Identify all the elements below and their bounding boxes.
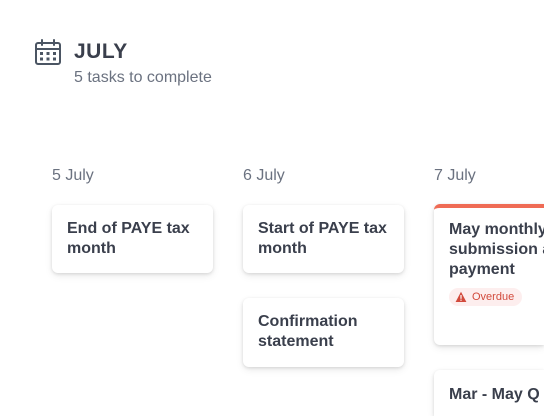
task-card[interactable]: Start of PAYE tax month — [243, 205, 404, 273]
task-card[interactable]: Confirmation statement — [243, 298, 404, 367]
task-title: May monthly Return submission and paymen… — [449, 221, 544, 278]
overdue-badge: Overdue — [449, 288, 523, 306]
task-card[interactable]: Mar - May Q return — [434, 370, 544, 416]
task-title: Start of PAYE tax month — [258, 220, 387, 257]
warning-icon — [455, 291, 467, 302]
calendar-icon — [35, 39, 61, 65]
task-card[interactable]: End of PAYE tax month — [52, 205, 213, 273]
column-date-7-july: 7 July — [434, 167, 476, 184]
task-card-overdue[interactable]: May monthly Return submission and paymen… — [434, 204, 544, 345]
overdue-label: Overdue — [472, 291, 515, 303]
column-date-6-july: 6 July — [243, 167, 285, 184]
column-date-5-july: 5 July — [52, 167, 94, 184]
task-title: End of PAYE tax month — [67, 220, 190, 257]
task-count-subtitle: 5 tasks to complete — [74, 69, 212, 86]
task-title: Mar - May Q return — [449, 386, 544, 403]
page-title: JULY — [74, 40, 128, 63]
task-title: Confirmation statement — [258, 313, 358, 350]
